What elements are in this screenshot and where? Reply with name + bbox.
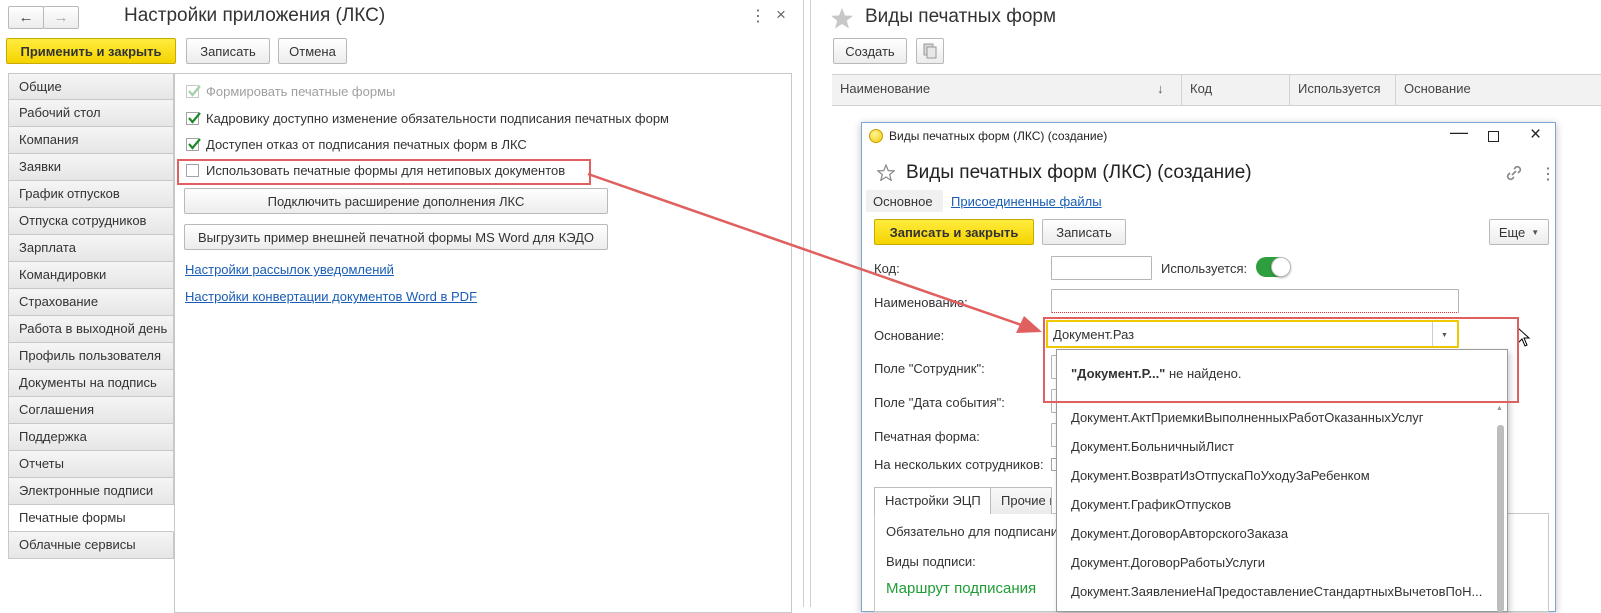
annotation-arrow [587,172,1042,333]
